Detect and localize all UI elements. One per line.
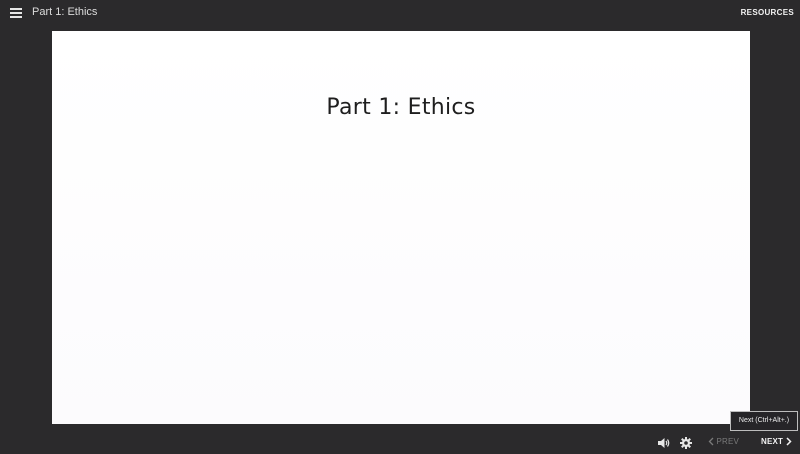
prev-button[interactable]: PREV	[708, 437, 739, 446]
next-button[interactable]: NEXT	[761, 437, 792, 446]
chevron-right-icon	[786, 437, 792, 446]
next-tooltip: Next (Ctrl+Alt+.)	[730, 411, 798, 431]
top-bar: Part 1: Ethics RESOURCES	[0, 0, 800, 28]
slide-title: Part 1: Ethics	[326, 95, 476, 120]
prev-label: PREV	[716, 437, 740, 446]
hamburger-menu-icon[interactable]	[9, 6, 23, 20]
chevron-left-icon	[708, 437, 714, 446]
slide-canvas: Part 1: Ethics	[52, 31, 750, 424]
volume-icon[interactable]	[657, 436, 671, 448]
gear-icon[interactable]	[680, 436, 694, 449]
player-controls: PREV NEXT	[0, 432, 800, 451]
next-label: NEXT	[761, 437, 784, 446]
resources-button[interactable]: RESOURCES	[741, 8, 794, 17]
course-title: Part 1: Ethics	[32, 6, 98, 18]
